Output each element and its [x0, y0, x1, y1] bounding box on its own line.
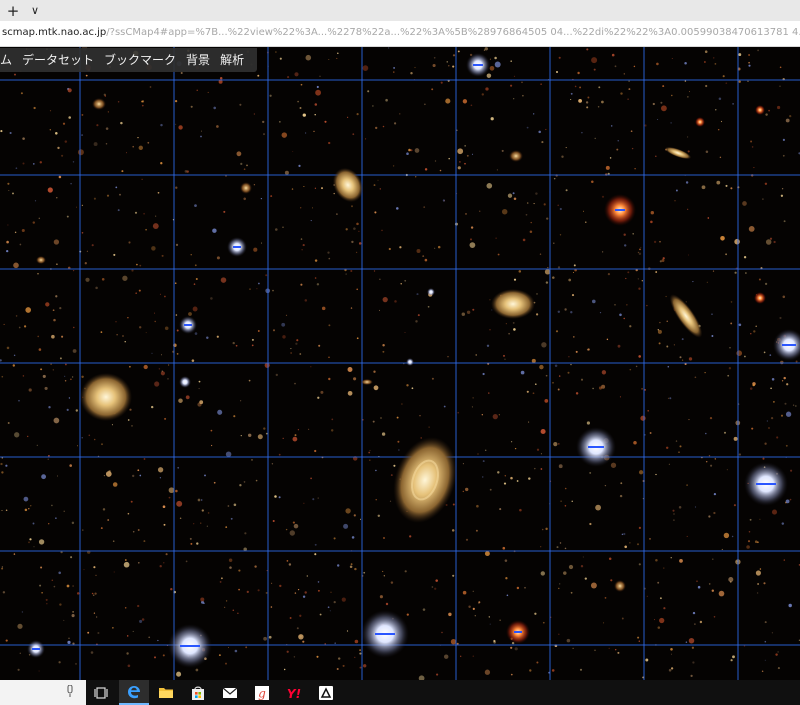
svg-text:g: g	[258, 686, 266, 700]
task-view-icon[interactable]	[86, 680, 116, 705]
store-icon[interactable]	[183, 680, 213, 705]
menu-item-background[interactable]: 背景	[181, 48, 215, 72]
menu-item-dataset[interactable]: データセット	[17, 48, 99, 72]
svg-text:Y!: Y!	[287, 687, 301, 699]
sky-map-canvas[interactable]	[0, 47, 800, 680]
galaxy-spiral-top	[332, 167, 364, 203]
galaxy-edge-on	[669, 294, 703, 338]
app-icon[interactable]	[311, 680, 341, 705]
galaxy-elliptical	[491, 289, 535, 319]
menu-item-analysis[interactable]: 解析	[215, 48, 249, 72]
address-url[interactable]: scmap.mtk.nao.ac.jp/?ssCMap4#app=%7B...%…	[2, 27, 800, 38]
galaxies	[36, 98, 703, 523]
microphone-icon[interactable]	[66, 685, 74, 698]
windows-taskbar: g Y!	[0, 680, 800, 705]
coordinate-grid	[0, 47, 800, 680]
mail-icon[interactable]	[215, 680, 245, 705]
galaxy-left	[80, 373, 132, 421]
file-explorer-icon[interactable]	[151, 680, 181, 705]
g-app-icon[interactable]: g	[247, 680, 277, 705]
menu-item-system[interactable]: ム	[0, 48, 17, 72]
address-bar[interactable]: scmap.mtk.nao.ac.jp/?ssCMap4#app=%7B...%…	[0, 21, 800, 47]
menu-item-bookmark[interactable]: ブックマーク	[99, 48, 181, 72]
tab-list-button[interactable]: ∨	[24, 0, 46, 21]
sky-map-viewport[interactable]	[0, 47, 800, 680]
bright-stars	[27, 53, 800, 668]
new-tab-button[interactable]: +	[2, 0, 24, 21]
edge-icon[interactable]	[119, 680, 149, 705]
spiral-galaxy-large	[393, 437, 457, 523]
url-host: scmap.mtk.nao.ac.jp	[2, 27, 107, 38]
url-path: /?ssCMap4#app=%7B...%22view%22%3A...%227…	[106, 27, 800, 38]
taskbar-search-box[interactable]	[0, 680, 86, 705]
browser-tab-strip: + ∨	[0, 0, 800, 21]
app-menu-bar: ム データセット ブックマーク 背景 解析	[0, 48, 258, 72]
yahoo-icon[interactable]: Y!	[279, 680, 309, 705]
